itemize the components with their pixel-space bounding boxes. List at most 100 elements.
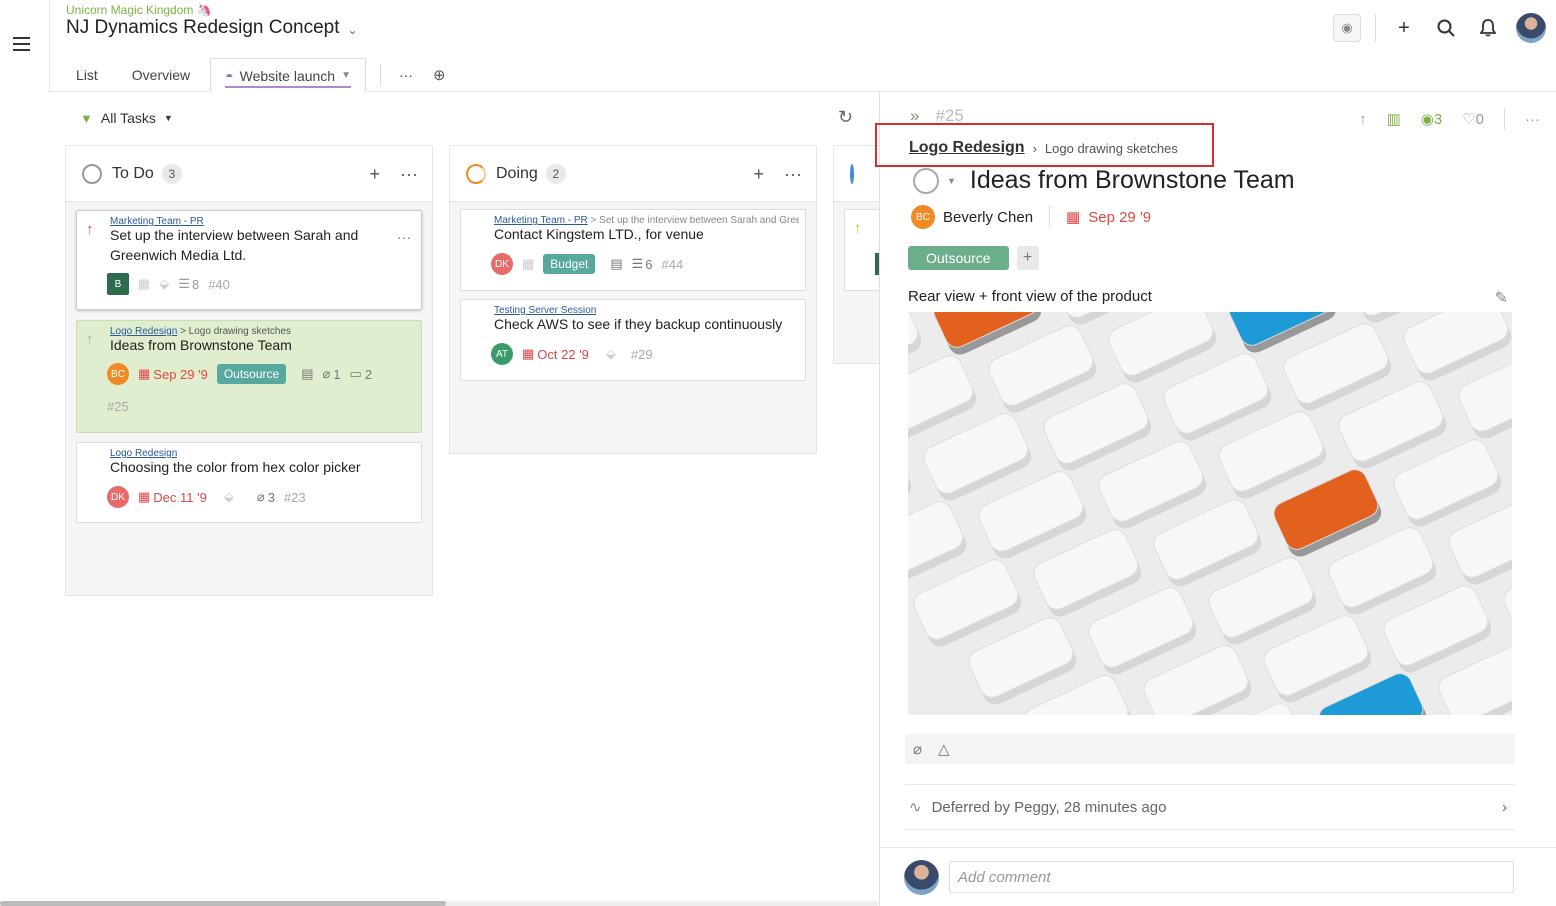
due-date[interactable]: Sep 29 '9 — [153, 367, 208, 382]
card-title: Check AWS to see if they backup continuo… — [494, 316, 783, 332]
tab-list[interactable]: List — [66, 59, 108, 91]
tag-icon[interactable]: ⬙ — [224, 489, 234, 505]
avatar[interactable]: DK — [107, 486, 129, 508]
subtasks-icon: ☰ — [178, 276, 190, 291]
breadcrumb: Logo Redesign › Logo drawing sketches — [909, 139, 1178, 157]
due-date[interactable]: Sep 29 '9 — [1088, 209, 1151, 226]
project-title[interactable]: NJ Dynamics Redesign Concept ⌄ — [66, 17, 358, 39]
add-icon[interactable]: + — [1390, 14, 1418, 42]
tab-website-launch-label: Website launch — [239, 67, 336, 84]
add-task-icon[interactable]: + — [370, 164, 381, 185]
calendar-icon[interactable]: ▦ — [522, 346, 534, 362]
calendar-icon[interactable]: ▦ — [138, 366, 150, 382]
tab-website-launch[interactable]: ◓ Website launch ▼ — [210, 58, 366, 92]
calendar-icon[interactable]: ▦ — [138, 276, 150, 292]
chevron-right-icon: › — [1502, 798, 1507, 816]
horizontal-scrollbar[interactable] — [0, 901, 878, 906]
add-view-icon[interactable]: ⊕ — [423, 59, 456, 91]
filter-dropdown[interactable]: ▼ All Tasks ▼ — [80, 110, 173, 126]
tab-overview[interactable]: Overview — [122, 59, 200, 91]
bell-icon[interactable] — [1474, 14, 1502, 42]
watchers[interactable]: ◉3 — [1421, 110, 1442, 128]
priority-medium-icon: ↑ — [854, 220, 862, 237]
task-title-row: ▼ Ideas from Brownstone Team — [913, 166, 1295, 195]
subtask-count: 6 — [645, 256, 653, 272]
column-menu-icon[interactable]: ··· — [400, 164, 418, 185]
activity-text: Deferred by Peggy, 28 minutes ago — [931, 798, 1167, 816]
card-title: Choosing the color from hex color picker — [110, 459, 361, 475]
column-header — [834, 146, 879, 202]
status-toggle[interactable] — [913, 167, 939, 194]
column-name: Doing — [496, 164, 538, 182]
drive-icon[interactable]: △ — [938, 740, 950, 758]
menu-icon[interactable] — [13, 37, 30, 51]
chevron-right-icon: › — [1032, 140, 1037, 156]
task-card[interactable]: Logo Redesign Choosing the color from he… — [76, 442, 422, 523]
attachment-count: 1 — [333, 366, 341, 382]
calendar-icon[interactable]: ▦ — [138, 489, 150, 505]
task-card[interactable]: ↑ — [844, 209, 884, 291]
add-tag-icon[interactable]: + — [1016, 246, 1039, 270]
avatar[interactable]: AT — [491, 343, 513, 365]
comment-input[interactable]: Add comment — [949, 861, 1514, 893]
header-actions: ◉ + — [1333, 13, 1546, 43]
arrow-up-icon[interactable]: ↑ — [1359, 111, 1367, 128]
assignee-avatar[interactable]: BC — [911, 205, 935, 229]
actions-divider — [1504, 108, 1505, 130]
card-menu-icon[interactable]: ··· — [397, 229, 411, 245]
product-image — [908, 312, 1512, 715]
refresh-icon[interactable]: ↻ — [838, 107, 853, 128]
task-card[interactable]: Marketing Team - PR > Set up the intervi… — [460, 209, 806, 291]
header-divider — [1375, 14, 1376, 42]
avatar[interactable]: DK — [491, 253, 513, 275]
edit-icon[interactable]: ✎ — [1495, 288, 1508, 308]
tag-badge[interactable]: Budget — [543, 254, 596, 274]
tag-icon[interactable]: ⬙ — [606, 346, 616, 362]
calendar-icon[interactable]: ▦ — [1066, 208, 1080, 226]
avatar[interactable]: BC — [107, 363, 129, 385]
panel-menu-icon[interactable]: ··· — [1525, 111, 1540, 128]
column-menu-icon[interactable]: ··· — [784, 164, 802, 185]
more-tabs-button[interactable]: ··· — [389, 59, 423, 91]
task-id: #40 — [208, 276, 230, 292]
status-doing-icon — [466, 163, 486, 184]
task-title[interactable]: Ideas from Brownstone Team — [970, 166, 1295, 195]
due-date[interactable]: Oct 22 '9 — [537, 347, 589, 362]
breadcrumb-parent-link[interactable]: Logo Redesign — [909, 139, 1025, 157]
subtask-count: 8 — [191, 276, 200, 292]
calendar-icon[interactable]: ▦ — [522, 256, 534, 272]
add-task-icon[interactable]: + — [754, 164, 765, 185]
task-description[interactable]: Rear view + front view of the product — [908, 288, 1152, 305]
breadcrumb-current[interactable]: Logo drawing sketches — [1045, 141, 1178, 156]
task-card[interactable]: ↑ Marketing Team - PR Set up the intervi… — [76, 210, 422, 310]
timer-icon[interactable]: ◉ — [1333, 14, 1361, 42]
workspace-name[interactable]: Unicorn Magic Kingdom 🦄 — [66, 3, 212, 17]
activity-row[interactable]: ∿ Deferred by Peggy, 28 minutes ago › — [905, 784, 1515, 830]
tag-badge[interactable]: Outsource — [216, 364, 287, 384]
column-count: 2 — [545, 163, 566, 184]
user-avatar[interactable] — [1516, 13, 1546, 43]
search-icon[interactable] — [1432, 14, 1460, 42]
avatar[interactable]: B — [107, 273, 129, 295]
likes[interactable]: ♡0 — [1462, 110, 1484, 128]
board-view-icon[interactable]: ▥ — [1387, 110, 1401, 128]
paperclip-icon[interactable]: ⌀ — [913, 740, 922, 758]
task-id: #29 — [630, 346, 653, 362]
caret-down-icon[interactable]: ▼ — [947, 176, 956, 186]
card-meta: BC ▦ Sep 29 '9 Outsource ▤ ⌀ 1 ▭ 2 — [107, 363, 372, 385]
board-icon: ◓ — [225, 67, 234, 84]
tag-badge[interactable]: Outsource — [908, 246, 1009, 270]
tag-icon[interactable]: ⬙ — [159, 276, 169, 292]
subtasks-icon: ☰ — [631, 256, 644, 271]
project-title-text: NJ Dynamics Redesign Concept — [66, 17, 340, 38]
column-partial: ↑ — [833, 145, 884, 364]
due-date[interactable]: Dec 11 '9 — [153, 490, 207, 505]
scrollbar-thumb[interactable] — [0, 901, 446, 906]
tags-row: Outsource + — [908, 246, 1039, 270]
assignee-name[interactable]: Beverly Chen — [943, 209, 1033, 226]
task-card[interactable]: Testing Server Session Check AWS to see … — [460, 299, 806, 381]
attachment-count: 3 — [267, 489, 275, 505]
column-header: Doing 2 + ··· — [450, 146, 816, 202]
commenter-avatar — [904, 860, 939, 895]
task-card[interactable]: ↑ Logo Redesign > Logo drawing sketches … — [76, 320, 422, 433]
